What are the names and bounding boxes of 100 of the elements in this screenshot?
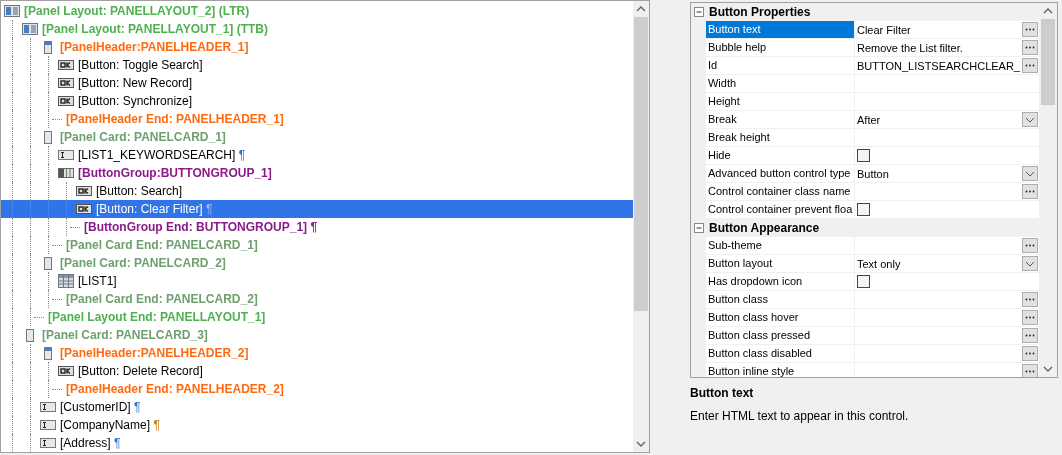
ellipsis-button[interactable]: [1022, 238, 1038, 253]
tree-item[interactable]: [Address] ¶: [1, 434, 633, 452]
property-row[interactable]: Control container prevent floa: [706, 201, 1039, 219]
ellipsis-button[interactable]: [1022, 184, 1038, 199]
property-name[interactable]: Break height: [706, 129, 855, 146]
property-name[interactable]: Advanced button control type: [706, 165, 855, 182]
property-row[interactable]: Button class disabled: [706, 345, 1039, 363]
property-row[interactable]: Has dropdown icon: [706, 273, 1039, 291]
tree-item[interactable]: [Button: Clear Filter] ¶: [1, 200, 633, 218]
property-row[interactable]: Hide: [706, 147, 1039, 165]
ellipsis-icon: [1025, 64, 1035, 67]
property-value[interactable]: Remove the List filter.: [857, 41, 1020, 54]
ellipsis-icon: [1025, 298, 1035, 301]
button-icon: [58, 78, 74, 88]
category-title: Button Appearance: [709, 221, 820, 235]
tree-item[interactable]: [CompanyName] ¶: [1, 416, 633, 434]
help-title: Button text: [690, 386, 755, 400]
property-row[interactable]: Break height: [706, 129, 1039, 147]
property-name[interactable]: Sub-theme: [706, 237, 855, 254]
tree-item[interactable]: [Button: Toggle Search]: [1, 56, 633, 74]
property-row[interactable]: Sub-theme: [706, 237, 1039, 255]
tree-item[interactable]: [Button: Delete Record]: [1, 362, 633, 380]
ellipsis-button[interactable]: [1022, 364, 1038, 377]
scrollbar[interactable]: [633, 1, 649, 452]
property-row[interactable]: Button class hover: [706, 309, 1039, 327]
property-row[interactable]: Button class pressed: [706, 327, 1039, 345]
property-name[interactable]: Button class: [706, 291, 855, 308]
dropdown-button[interactable]: [1022, 256, 1038, 271]
collapse-icon[interactable]: [693, 222, 705, 234]
tree-item[interactable]: [CustomerID] ¶: [1, 398, 633, 416]
tree-item[interactable]: [ButtonGroup:BUTTONGROUP_1]: [1, 164, 633, 182]
tree-item[interactable]: [ButtonGroup End: BUTTONGROUP_1] ¶: [1, 218, 633, 236]
property-row[interactable]: Id BUTTON_LISTSEARCHCLEAR_: [706, 57, 1039, 75]
ellipsis-button[interactable]: [1022, 328, 1038, 343]
property-row[interactable]: Control container class name: [706, 183, 1039, 201]
ellipsis-icon: [1025, 370, 1035, 373]
property-value[interactable]: Clear Filter: [857, 23, 1020, 36]
ellipsis-icon: [1025, 46, 1035, 49]
property-value[interactable]: After: [857, 113, 1020, 126]
layout-icon: [22, 23, 38, 35]
property-row[interactable]: Bubble help Remove the List filter.: [706, 39, 1039, 57]
checkbox[interactable]: [857, 275, 870, 288]
property-name[interactable]: Width: [706, 75, 855, 92]
property-name[interactable]: Id: [706, 57, 855, 74]
text-field-icon: [40, 438, 56, 448]
property-name[interactable]: Break: [706, 111, 855, 128]
tree-item[interactable]: [Button: New Record]: [1, 74, 633, 92]
dropdown-button[interactable]: [1022, 112, 1038, 127]
button-icon: [58, 60, 74, 70]
property-row[interactable]: Height: [706, 93, 1039, 111]
property-row[interactable]: Break After: [706, 111, 1039, 129]
ellipsis-icon: [1025, 28, 1035, 31]
property-name[interactable]: Hide: [706, 147, 855, 164]
property-name[interactable]: Button layout: [706, 255, 855, 272]
property-name[interactable]: Has dropdown icon: [706, 273, 855, 290]
scroll-thumb[interactable]: [1041, 19, 1055, 105]
property-name[interactable]: Button inline style: [706, 363, 855, 377]
checkbox[interactable]: [857, 203, 870, 216]
property-row[interactable]: Button layout Text only: [706, 255, 1039, 273]
property-name[interactable]: Control container prevent floa: [706, 201, 855, 218]
property-name[interactable]: Button class pressed: [706, 327, 855, 344]
tree-item[interactable]: [LIST1_KEYWORDSEARCH] ¶: [1, 146, 633, 164]
checkbox[interactable]: [857, 149, 870, 162]
property-value[interactable]: Text only: [857, 257, 1020, 270]
property-name[interactable]: Button class hover: [706, 309, 855, 326]
chevron-down-icon: [1025, 116, 1035, 123]
tree-item[interactable]: [Button: Synchronize]: [1, 92, 633, 110]
property-name[interactable]: Button text: [706, 21, 855, 38]
button-icon: [58, 96, 74, 106]
ellipsis-button[interactable]: [1022, 58, 1038, 73]
collapse-icon[interactable]: [693, 6, 705, 18]
scroll-thumb[interactable]: [634, 17, 648, 311]
ellipsis-button[interactable]: [1022, 40, 1038, 55]
button-icon: [76, 204, 92, 214]
ellipsis-button[interactable]: [1022, 346, 1038, 361]
grid-icon: [58, 274, 74, 288]
property-name[interactable]: Height: [706, 93, 855, 110]
category-title: Button Properties: [709, 5, 811, 19]
button-icon: [58, 366, 74, 376]
ellipsis-button[interactable]: [1022, 310, 1038, 325]
property-name[interactable]: Bubble help: [706, 39, 855, 56]
text-field-icon: [40, 420, 56, 430]
ellipsis-icon: [1025, 190, 1035, 193]
property-value[interactable]: Button: [857, 167, 1020, 180]
ellipsis-icon: [1025, 316, 1035, 319]
tree-item[interactable]: [LIST1]: [1, 272, 633, 290]
property-row[interactable]: Advanced button control type Button: [706, 165, 1039, 183]
property-name[interactable]: Button class disabled: [706, 345, 855, 362]
help-text: Enter HTML text to appear in this control.: [690, 409, 910, 423]
ellipsis-button[interactable]: [1022, 292, 1038, 307]
property-row[interactable]: Width: [706, 75, 1039, 93]
dropdown-button[interactable]: [1022, 166, 1038, 181]
chevron-down-icon: [1025, 260, 1035, 267]
chevron-down-icon: [1025, 170, 1035, 177]
property-row[interactable]: Button inline style: [706, 363, 1039, 377]
property-value[interactable]: BUTTON_LISTSEARCHCLEAR_: [857, 59, 1020, 72]
ellipsis-button[interactable]: [1022, 22, 1038, 37]
property-row[interactable]: Button class: [706, 291, 1039, 309]
property-row[interactable]: Button text Clear Filter: [706, 21, 1039, 39]
property-name[interactable]: Control container class name: [706, 183, 855, 200]
